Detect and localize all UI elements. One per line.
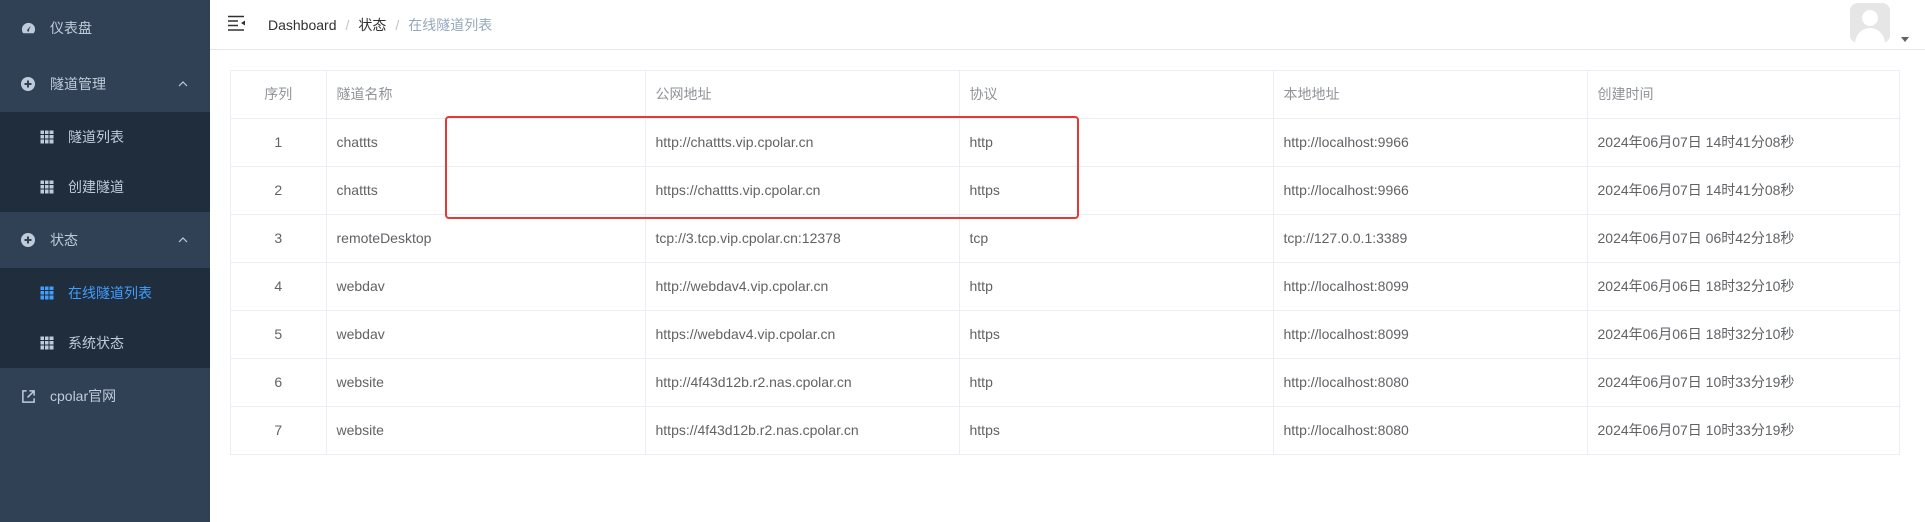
chevron-up-icon	[176, 233, 190, 247]
cell-protocol: http	[959, 118, 1274, 167]
cell-protocol: http	[959, 262, 1274, 311]
cell-created-time: 2024年06月07日 14时41分08秒	[1587, 166, 1901, 215]
sidebar-item-label: 在线隧道列表	[68, 285, 152, 301]
breadcrumb-dashboard[interactable]: Dashboard	[268, 17, 337, 33]
breadcrumb: Dashboard / 状态 / 在线隧道列表	[268, 15, 492, 35]
menu-item-dashboard[interactable]: 仪表盘	[0, 0, 210, 56]
sidebar-item-create-tunnel[interactable]: 创建隧道	[0, 162, 210, 212]
cell-index: 4	[231, 262, 327, 311]
cell-created-time: 2024年06月06日 18时32分10秒	[1587, 262, 1901, 311]
cell-protocol: https	[959, 310, 1274, 359]
cell-local-address: http://localhost:8080	[1273, 358, 1588, 407]
sidebar-item-system-status[interactable]: 系统状态	[0, 318, 210, 368]
chevron-up-icon	[176, 77, 190, 91]
external-link-icon	[20, 388, 36, 404]
cell-local-address: tcp://127.0.0.1:3389	[1273, 214, 1588, 263]
cell-local-address: http://localhost:8080	[1273, 406, 1588, 454]
menu-item-status[interactable]: 状态	[0, 212, 210, 268]
cell-index: 1	[231, 118, 327, 167]
table-icon	[40, 180, 54, 194]
cell-created-time: 2024年06月07日 10时33分19秒	[1597, 422, 1795, 439]
cell-public-url: https://4f43d12b.r2.nas.cpolar.cn	[645, 406, 960, 454]
table-row: 3 remoteDesktop tcp://3.tcp.vip.cpolar.c…	[231, 214, 1901, 263]
column-header-index: 序列	[231, 71, 327, 119]
sidebar: 仪表盘 隧道管理 隧道列表 创建隧道 状态 在线隧道列表 系统状态 cpolar…	[0, 0, 210, 522]
cell-public-url: https://webdav4.vip.cpolar.cn	[645, 310, 960, 359]
sidebar-item-label: 系统状态	[68, 335, 124, 351]
navbar: Dashboard / 状态 / 在线隧道列表	[210, 0, 1925, 50]
cell-public-url: tcp://3.tcp.vip.cpolar.cn:12378	[645, 214, 960, 263]
cell-public-url: https://chattts.vip.cpolar.cn	[645, 166, 960, 215]
cell-created-time: 2024年06月07日 14时41分08秒	[1587, 118, 1901, 167]
cell-local-address: http://localhost:8099	[1273, 310, 1588, 359]
cell-index: 5	[231, 310, 327, 359]
sidebar-item-tunnel-list[interactable]: 隧道列表	[0, 112, 210, 162]
sidebar-item-label: 创建隧道	[68, 179, 124, 195]
column-header-local-address: 本地地址	[1273, 71, 1588, 119]
caret-down-icon[interactable]	[1901, 30, 1909, 42]
menu-item-cpolar-website[interactable]: cpolar官网	[0, 368, 210, 424]
table-row: 7 website https://4f43d12b.r2.nas.cpolar…	[231, 406, 1901, 454]
cell-tunnel-name: remoteDesktop	[326, 214, 646, 263]
cell-public-url: http://chattts.vip.cpolar.cn	[645, 118, 960, 167]
table-row: 2 chattts https://chattts.vip.cpolar.cn …	[231, 166, 1901, 215]
cell-index: 2	[231, 166, 327, 215]
submenu-tunnel-management: 隧道列表 创建隧道	[0, 112, 210, 212]
cell-tunnel-name: chattts	[326, 118, 646, 167]
cell-index: 7	[231, 406, 327, 454]
table-row: 5 webdav https://webdav4.vip.cpolar.cn h…	[231, 310, 1901, 359]
user-avatar-icon	[1850, 3, 1890, 43]
cell-created-time: 2024年06月07日 06时42分18秒	[1587, 214, 1901, 263]
breadcrumb-separator: /	[395, 17, 400, 33]
cell-tunnel-name: website	[326, 358, 646, 407]
cell-tunnel-name: webdav	[326, 262, 646, 311]
cell-protocol: https	[959, 166, 1274, 215]
cell-local-address: http://localhost:9966	[1273, 166, 1588, 215]
submenu-status: 在线隧道列表 系统状态	[0, 268, 210, 368]
table-icon	[40, 336, 54, 350]
cell-public-url: http://webdav4.vip.cpolar.cn	[645, 262, 960, 311]
online-tunnel-table: 序列 隧道名称 公网地址 协议 本地地址 创建时间 1 chattts http…	[230, 70, 1901, 455]
dashboard-icon	[20, 20, 36, 36]
table-row: 4 webdav http://webdav4.vip.cpolar.cn ht…	[231, 262, 1901, 311]
cell-protocol: http	[959, 358, 1274, 407]
breadcrumb-current: 在线隧道列表	[408, 17, 493, 33]
sidebar-item-online-tunnel-list[interactable]: 在线隧道列表	[0, 268, 210, 318]
cell-tunnel-name: chattts	[326, 166, 646, 215]
table-icon	[40, 286, 54, 300]
menu-item-label: cpolar官网	[50, 388, 117, 404]
cell-protocol: https	[959, 406, 1274, 454]
menu-item-label: 隧道管理	[50, 76, 106, 92]
table-icon	[40, 130, 54, 144]
breadcrumb-separator: /	[345, 17, 350, 33]
table-row: 1 chattts http://chattts.vip.cpolar.cn h…	[231, 118, 1901, 167]
column-header-protocol: 协议	[959, 71, 1274, 119]
menu-item-label: 仪表盘	[50, 20, 92, 36]
plus-circle-icon	[20, 232, 36, 248]
cell-created-time: 2024年06月07日 10时33分19秒	[1587, 358, 1901, 407]
breadcrumb-status[interactable]: 状态	[358, 15, 386, 35]
cell-local-address: http://localhost:8099	[1273, 262, 1588, 311]
table-row: 6 website http://4f43d12b.r2.nas.cpolar.…	[231, 358, 1901, 407]
plus-circle-icon	[20, 76, 36, 92]
cell-index: 6	[231, 358, 327, 407]
column-header-created-time: 创建时间	[1587, 71, 1901, 119]
sidebar-item-label: 隧道列表	[68, 129, 124, 145]
cell-index: 3	[231, 214, 327, 263]
main-content: Dashboard / 状态 / 在线隧道列表 序列 隧道名称 公网地址 协议 …	[210, 0, 1925, 522]
column-header-tunnel-name: 隧道名称	[326, 71, 646, 119]
cell-created-time: 2024年06月06日 18时32分10秒	[1587, 310, 1901, 359]
cell-public-url: http://4f43d12b.r2.nas.cpolar.cn	[645, 358, 960, 407]
cell-tunnel-name: website	[326, 406, 646, 454]
menu-item-label: 状态	[50, 232, 78, 248]
table-header-row: 序列 隧道名称 公网地址 协议 本地地址 创建时间	[231, 71, 1901, 119]
menu-item-tunnel-management[interactable]: 隧道管理	[0, 56, 210, 112]
column-header-public-url: 公网地址	[645, 71, 960, 119]
hamburger-menu-icon[interactable]	[228, 15, 248, 33]
cell-local-address: http://localhost:9966	[1273, 118, 1588, 167]
cell-protocol: tcp	[959, 214, 1274, 263]
cell-tunnel-name: webdav	[326, 310, 646, 359]
avatar[interactable]	[1850, 3, 1890, 43]
